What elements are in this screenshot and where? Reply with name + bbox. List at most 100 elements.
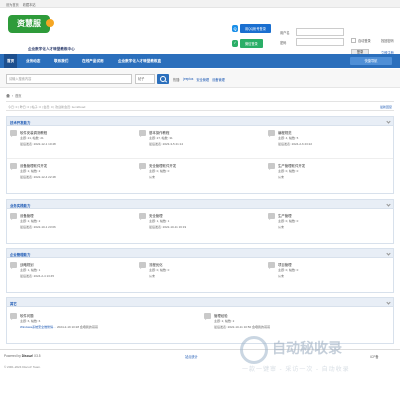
forum-item[interactable]: 软件安装调测教程 主题: 21, 帖数: 21 最后发表: 2022-12-1 …	[7, 127, 135, 157]
forum-name[interactable]: 基本操作教程	[149, 130, 169, 135]
search-button[interactable]	[157, 74, 169, 84]
nav-item-home[interactable]: 首页	[4, 54, 18, 68]
forum-item[interactable]: 战略规划 主题: 1, 帖数: 1 最后发表: 2024-2-4 13:45	[7, 259, 135, 289]
nav-item-product-trial[interactable]: 在线产品试用	[82, 54, 104, 68]
forum-name[interactable]: 软件安装调测教程	[20, 130, 47, 135]
auto-login-label[interactable]: 自动登录	[358, 38, 371, 43]
category-title[interactable]: 业务实践能力	[10, 203, 30, 208]
password-input[interactable]	[296, 38, 344, 46]
last-post-link[interactable]: Windows系统安全维修情…	[20, 325, 56, 329]
nav-item-contact[interactable]: 联系我们	[54, 54, 68, 68]
username-row: 用户名	[280, 28, 344, 36]
category-business-practice: 业务实践能力 设备管理 主题: 2, 帖数: 2 最后发表: 2022-10-1…	[6, 199, 394, 244]
forum-stats: 主题: 21, 帖数: 21	[20, 136, 44, 140]
forum-icon	[268, 213, 275, 219]
forum-item[interactable]: 安全管理软件开发 主题: 0, 帖数: 0 从未	[136, 160, 264, 190]
forum-name[interactable]: 安全管理软件开发	[149, 163, 176, 168]
hot-label: 热搜:	[173, 78, 181, 82]
category-header[interactable]: 业务实践能力	[7, 200, 393, 209]
forum-item[interactable]: 基本操作教程 主题: 27, 帖数: 31 最后发表: 2023-3-5 21:…	[136, 127, 264, 157]
forum-name[interactable]: 流程优化	[149, 262, 163, 267]
username-input[interactable]	[296, 28, 344, 36]
forum-item[interactable]: 设备管理 主题: 2, 帖数: 2 最后发表: 2022-10-1 23:06	[7, 210, 135, 240]
powered-prefix: Powered by	[4, 354, 21, 358]
forum-item[interactable]: 生产管理软件开发 主题: 0, 帖数: 0 从未	[265, 160, 393, 190]
forum-icon	[10, 262, 17, 268]
forum-last-post: 从未	[149, 274, 156, 278]
password-row: 密码	[280, 38, 344, 46]
search-type-select[interactable]: 帖子	[135, 74, 155, 84]
forum-name[interactable]: 生产管理	[278, 213, 292, 218]
wechat-login[interactable]: ✓ 微信登录	[232, 39, 263, 48]
collapse-icon[interactable]	[386, 119, 391, 124]
search-input[interactable]: 请输入搜索内容	[6, 74, 132, 84]
forum-icon	[10, 313, 17, 319]
latest-replies-link[interactable]: 最新回复	[380, 105, 392, 109]
forum-name[interactable]: 安全管理	[149, 213, 163, 218]
category-title[interactable]: 其它	[10, 301, 17, 306]
breadcrumb-home[interactable]: 首页	[15, 93, 21, 98]
hot-keyword[interactable]: jeeplus	[183, 77, 193, 82]
watermark-logo-icon	[240, 336, 268, 364]
forum-name[interactable]: 设备管理软件开发	[20, 163, 47, 168]
category-header[interactable]: 其它	[7, 298, 393, 307]
breadcrumb: › 首页	[6, 93, 21, 98]
forum-name[interactable]: 战略规划	[20, 262, 34, 267]
nav-item-business-news[interactable]: 业务动态	[26, 54, 40, 68]
row-divider	[7, 158, 393, 159]
forum-stats: 今日: 0 | 昨日: 0 | 帖子: 0 | 会员: 0 | 欢迎新会员: i…	[6, 101, 394, 111]
forum-name[interactable]: 软件问题	[20, 313, 34, 318]
forum-item[interactable]: 软件问题 主题: 6, 帖数: 6 Windows系统安全维修情… 2024-2…	[7, 310, 135, 340]
forum-last-post: 最后发表: 2022-10-11 16:19	[149, 225, 187, 229]
collapse-icon[interactable]	[386, 251, 391, 256]
wechat-login-button[interactable]: 微信登录	[240, 39, 263, 48]
bookmark-site-link[interactable]: 收藏本站	[23, 2, 36, 7]
forum-name[interactable]: 项目管理	[278, 262, 292, 267]
top-links: 设为首页 收藏本站	[6, 2, 36, 7]
forum-item[interactable]: 设备管理软件开发 主题: 2, 帖数: 2 最后发表: 2022-12-4 22…	[7, 160, 135, 190]
site-logo[interactable]: 资慧服 企业数字化人才转型教练中心	[8, 15, 128, 51]
category-header[interactable]: 技术开发能力	[7, 117, 393, 126]
site-header: 资慧服 企业数字化人才转型教练中心 Q 用QQ帐号登录 ✓ 微信登录 用户名 密…	[0, 9, 400, 56]
forum-item[interactable]: 编程规范 主题: 4, 帖数: 5 最后发表: 2024-2-6 23:22	[265, 127, 393, 157]
collapse-icon[interactable]	[386, 202, 391, 207]
collapse-icon[interactable]	[386, 300, 391, 305]
watermark: 自动秘收录 一款一键审 - 采访一次 - 自动收录	[240, 336, 390, 376]
footer-link-stats[interactable]: 站点统计	[185, 354, 198, 359]
home-icon[interactable]	[6, 93, 10, 98]
forum-name[interactable]: 编程规范	[278, 130, 292, 135]
qq-login[interactable]: Q 用QQ帐号登录	[232, 24, 271, 33]
forum-last-post: 最后发表: 2024-2-4 13:45	[20, 274, 55, 278]
quick-nav-button[interactable]: 快捷导航	[350, 57, 392, 65]
forum-icon	[268, 163, 275, 169]
forum-icon	[10, 163, 17, 169]
hot-keyword[interactable]: 安全管理	[196, 77, 209, 82]
forum-last-post: 从未	[278, 225, 285, 229]
auto-login-checkbox[interactable]	[351, 38, 356, 43]
forgot-password-link[interactable]: 找回密码	[381, 38, 394, 43]
last-post-meta: 2024-2-19 10:28 会哦我的哥哥	[56, 325, 98, 329]
powered-brand[interactable]: Discuz!	[22, 354, 33, 358]
forum-name[interactable]: 设备管理	[20, 213, 34, 218]
forum-item[interactable]: 流程优化 主题: 0, 帖数: 0 从未	[136, 259, 264, 289]
category-title[interactable]: 企业管理能力	[10, 252, 30, 257]
nav-item-coach-center[interactable]: 企业数字化人才转型教练直	[118, 54, 161, 68]
forum-last-post: 从未	[149, 175, 156, 179]
forum-item[interactable]: 项目管理 主题: 0, 帖数: 0 从未	[265, 259, 393, 289]
qq-login-button[interactable]: 用QQ帐号登录	[240, 24, 271, 33]
forum-name[interactable]: 管理经验	[214, 313, 228, 318]
forum-stats: 主题: 2, 帖数: 2	[214, 319, 235, 323]
forum-last-post: 从未	[278, 274, 285, 278]
watermark-slogan: 一款一键审 - 采访一次 - 自动收录	[242, 367, 350, 373]
hot-keyword[interactable]: 设备管理	[212, 77, 225, 82]
forum-last-post: 最后发表: 2022-10-1 23:06	[20, 225, 56, 229]
forum-item[interactable]: 生产管理 主题: 0, 帖数: 0 从未	[265, 210, 393, 240]
powered-version: X3.5	[33, 354, 41, 358]
forum-icon	[139, 213, 146, 219]
forum-name[interactable]: 生产管理软件开发	[278, 163, 305, 168]
category-header[interactable]: 企业管理能力	[7, 249, 393, 258]
logo-subtitle: 企业数字化人才转型教练中心	[28, 47, 75, 51]
forum-item[interactable]: 安全管理 主题: 1, 帖数: 1 最后发表: 2022-10-11 16:19	[136, 210, 264, 240]
set-homepage-link[interactable]: 设为首页	[6, 2, 19, 7]
category-title[interactable]: 技术开发能力	[10, 120, 30, 125]
